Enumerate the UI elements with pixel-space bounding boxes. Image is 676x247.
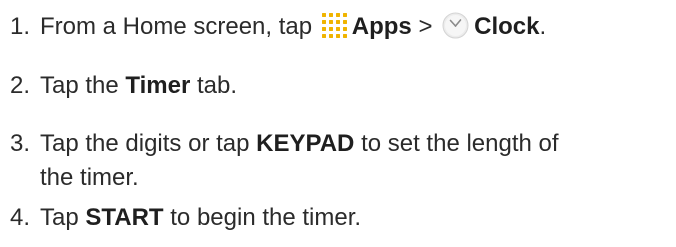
apps-label: Apps — [351, 13, 412, 40]
step-text: Tap the Timer tab. — [40, 69, 672, 103]
step-text: From a Home screen, tap Apps > Clock. — [40, 10, 672, 44]
step-text-line2: the timer. — [40, 164, 139, 191]
step-number: 3. — [10, 130, 31, 157]
clock-label: Clock — [474, 13, 540, 40]
clock-icon — [442, 12, 469, 39]
keypad-label: KEYPAD — [256, 130, 355, 157]
step-text-after: to begin the timer. — [170, 204, 362, 231]
start-label: START — [85, 204, 164, 231]
step-text-before: Tap the — [40, 72, 119, 99]
step-number: 2. — [10, 72, 31, 99]
step-text-before: From a Home screen, tap — [40, 13, 313, 40]
step-text-after: tab. — [197, 72, 238, 99]
apps-grid-icon — [321, 12, 348, 39]
step-text: Tap the digits or tap KEYPAD to set the … — [40, 127, 672, 195]
timer-tab-label: Timer — [125, 72, 191, 99]
step-text-before: Tap — [40, 204, 79, 231]
step-text-before: Tap the digits or tap — [40, 130, 250, 157]
step-text: Tap START to begin the timer. — [40, 201, 672, 235]
step-number: 1. — [10, 13, 31, 40]
menu-separator: > — [418, 13, 433, 40]
step-number: 4. — [10, 204, 31, 231]
step-text-after: to set the length of — [361, 130, 559, 157]
step-text-after: . — [539, 13, 547, 40]
